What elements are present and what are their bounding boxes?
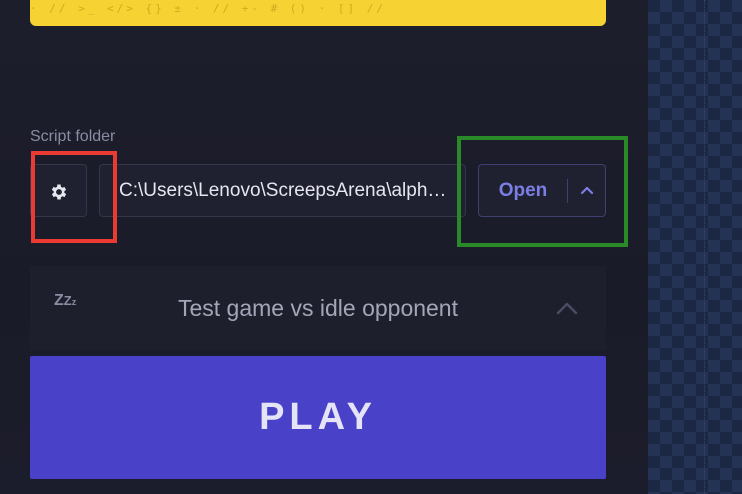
script-folder-path-field[interactable]: C:\Users\Lenovo\ScreepsArena\alpha-captu… <box>99 164 466 217</box>
dotted-line <box>704 0 705 494</box>
game-mode-selector[interactable]: ZZz Test game vs idle opponent <box>30 266 606 350</box>
highlight-box-red <box>31 151 117 243</box>
play-button[interactable]: PLAY <box>30 356 606 479</box>
decorative-side-pattern <box>648 0 742 494</box>
yellow-banner: · // >_ </> {} ± · // +- # () · [] // <box>30 0 606 26</box>
script-folder-label: Script folder <box>30 128 116 145</box>
chevron-up-icon <box>556 302 578 315</box>
game-mode-label: Test game vs idle opponent <box>177 295 458 321</box>
banner-doodles: · // >_ </> {} ± · // +- # () · [] // <box>30 2 387 15</box>
highlight-box-green <box>457 136 628 247</box>
